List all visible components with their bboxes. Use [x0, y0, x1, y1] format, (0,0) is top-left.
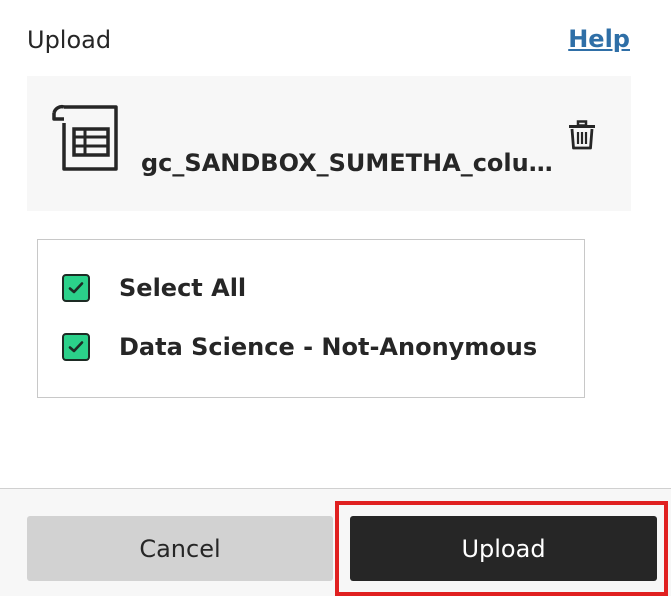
- help-link[interactable]: Help: [568, 25, 630, 53]
- option-data-science[interactable]: Data Science - Not-Anonymous: [62, 332, 537, 362]
- upload-button[interactable]: Upload: [350, 516, 657, 581]
- dialog-title: Upload: [27, 26, 112, 54]
- option-select-all[interactable]: Select All: [62, 273, 246, 303]
- trash-icon: [568, 120, 596, 154]
- checkmark-icon: [68, 282, 84, 294]
- option-label: Data Science - Not-Anonymous: [119, 333, 538, 361]
- spreadsheet-file-icon: [52, 103, 122, 173]
- course-options-box: Select All Data Science - Not-Anonymous: [37, 239, 585, 398]
- checkmark-icon: [68, 341, 84, 353]
- dialog-footer: Cancel Upload: [0, 488, 671, 596]
- dialog-header: Upload Help: [0, 0, 671, 76]
- file-name: gc_SANDBOX_SUMETHA_column...: [141, 149, 561, 177]
- option-label: Select All: [119, 274, 247, 302]
- cancel-button[interactable]: Cancel: [27, 516, 333, 581]
- data-science-checkbox[interactable]: [62, 333, 90, 361]
- file-card: gc_SANDBOX_SUMETHA_column...: [27, 76, 631, 211]
- select-all-checkbox[interactable]: [62, 274, 90, 302]
- delete-file-button[interactable]: [565, 120, 599, 154]
